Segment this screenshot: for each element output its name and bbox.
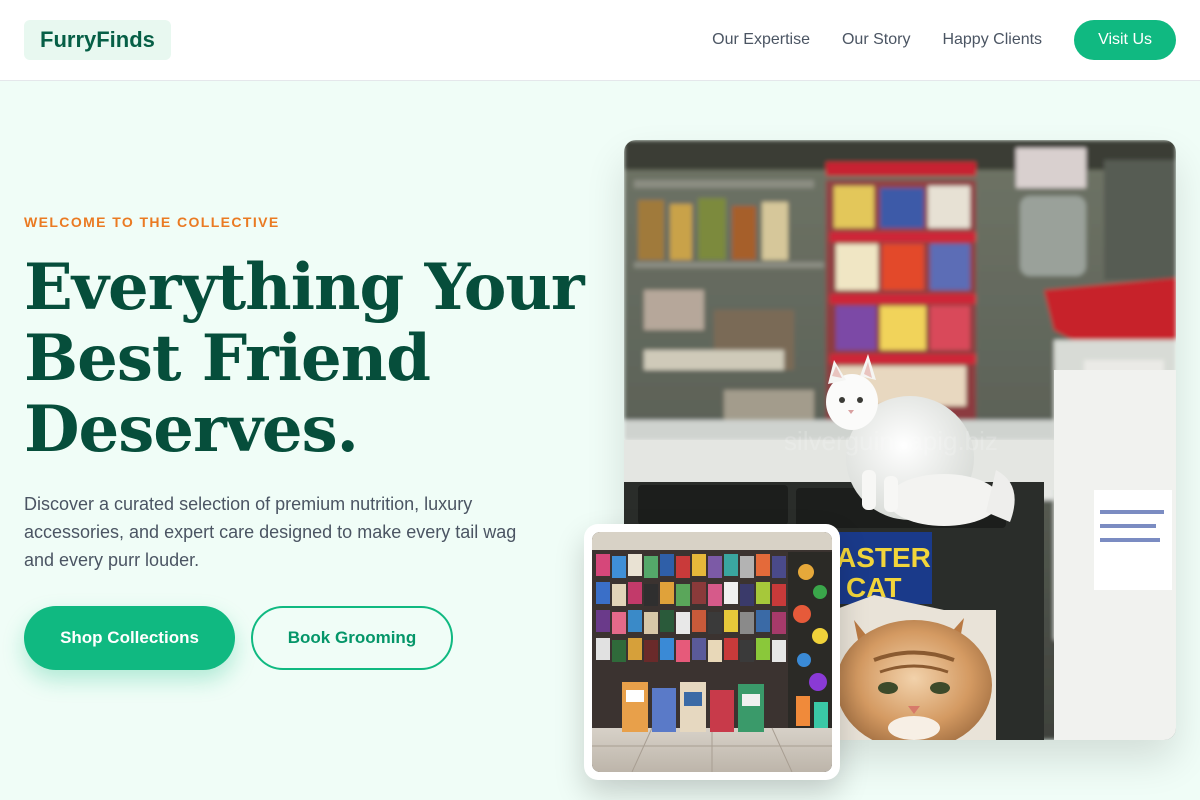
hero-headline-line-2: Best Friend <box>24 321 431 396</box>
inset-photo-image <box>592 532 832 772</box>
sign-text-aster: ASTER <box>836 542 931 573</box>
hero-headline-line-1: Everything Your <box>24 250 585 325</box>
nav-link-our-story[interactable]: Our Story <box>842 31 910 49</box>
nav-link-our-expertise[interactable]: Our Expertise <box>712 31 810 49</box>
hero-eyebrow: WELCOME TO THE COLLECTIVE <box>24 214 280 230</box>
site-header: FurryFinds Our Expertise Our Story Happy… <box>0 0 1200 81</box>
nav-link-happy-clients[interactable]: Happy Clients <box>942 31 1042 49</box>
hero-headline: Everything Your Best Friend Deserves. <box>24 250 585 467</box>
book-grooming-button[interactable]: Book Grooming <box>251 606 453 670</box>
hero-description: Discover a curated selection of premium … <box>24 494 517 570</box>
visit-us-button[interactable]: Visit Us <box>1074 20 1176 60</box>
main-nav: Our Expertise Our Story Happy Clients Vi… <box>712 20 1176 60</box>
hero-headline-line-3: Deserves. <box>24 392 359 467</box>
photo-watermark: silverguineapig.biz <box>784 426 998 456</box>
hero-inset-photo <box>584 524 840 780</box>
shop-collections-button[interactable]: Shop Collections <box>24 606 235 670</box>
brand-logo[interactable]: FurryFinds <box>24 20 171 60</box>
